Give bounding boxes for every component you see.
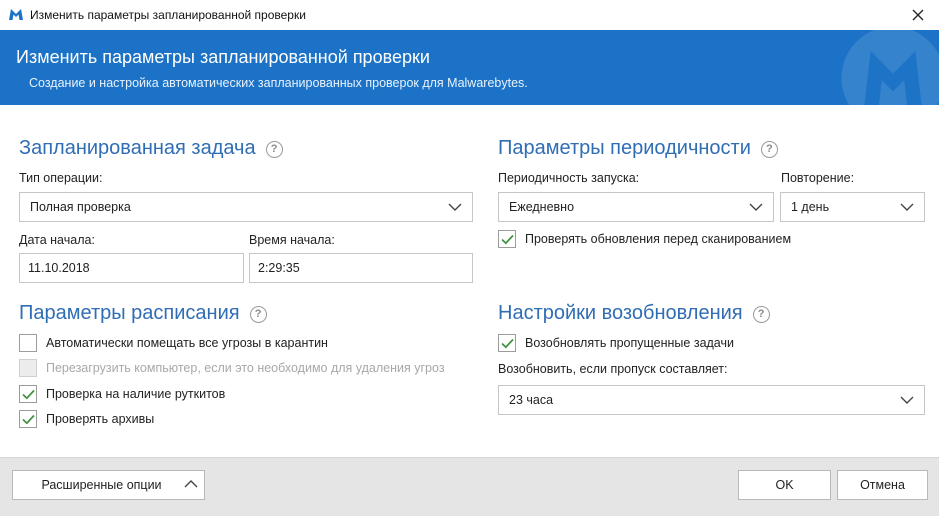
archives-checkbox-label: Проверять архивы — [46, 412, 155, 426]
window-titlebar: Изменить параметры запланированной прове… — [0, 0, 939, 30]
checkmark-icon — [500, 234, 514, 244]
chevron-up-icon — [184, 480, 198, 488]
scheduled-task-heading-text: Запланированная задача — [19, 137, 256, 159]
advanced-options-label: Расширенные опции — [41, 478, 162, 492]
help-icon[interactable]: ? — [752, 305, 770, 323]
close-button[interactable] — [897, 0, 939, 30]
reboot-checkbox — [19, 359, 37, 377]
help-icon[interactable]: ? — [265, 140, 283, 158]
repeat-label: Повторение: — [781, 171, 855, 185]
resume-missed-checkbox-row[interactable]: Возобновлять пропущенные задачи — [498, 334, 734, 352]
frequency-heading: Параметры периодичности? — [498, 137, 778, 160]
start-date-label: Дата начала: — [19, 233, 95, 247]
dialog-footer: Расширенные опции OK Отмена — [0, 457, 939, 516]
checkmark-icon — [21, 414, 35, 424]
chevron-down-icon — [900, 396, 914, 404]
archives-checkbox-row[interactable]: Проверять архивы — [19, 410, 154, 428]
schedule-params-heading: Параметры расписания? — [19, 302, 267, 325]
check-updates-checkbox[interactable] — [498, 230, 516, 248]
repeat-value: 1 день — [791, 200, 830, 214]
start-date-value: 11.10.2018 — [28, 261, 90, 275]
run-frequency-value: Ежедневно — [509, 200, 575, 214]
quarantine-checkbox-row[interactable]: Автоматически помещать все угрозы в кара… — [19, 334, 328, 352]
chevron-down-icon — [749, 203, 763, 211]
start-date-input[interactable]: 11.10.2018 — [19, 253, 244, 283]
checkmark-icon — [500, 338, 514, 348]
close-icon — [912, 9, 924, 21]
window-title: Изменить параметры запланированной прове… — [30, 8, 306, 22]
resume-missed-label: Возобновлять пропущенные задачи — [525, 336, 734, 350]
malwarebytes-watermark-icon — [841, 30, 939, 105]
advanced-options-button[interactable]: Расширенные опции — [12, 470, 205, 500]
operation-type-label: Тип операции: — [19, 171, 103, 185]
malwarebytes-logo-icon — [9, 9, 23, 20]
help-icon[interactable]: ? — [760, 140, 778, 158]
operation-type-select[interactable]: Полная проверка — [19, 192, 473, 222]
quarantine-checkbox-label: Автоматически помещать все угрозы в кара… — [46, 336, 328, 350]
resume-if-label: Возобновить, если пропуск составляет: — [498, 362, 728, 376]
scheduled-task-heading: Запланированная задача? — [19, 137, 283, 160]
reboot-checkbox-row: Перезагрузить компьютер, если это необхо… — [19, 359, 477, 377]
header-banner: Изменить параметры запланированной прове… — [0, 30, 939, 105]
operation-type-value: Полная проверка — [30, 200, 131, 214]
resume-if-select[interactable]: 23 часа — [498, 385, 925, 415]
schedule-params-heading-text: Параметры расписания — [19, 302, 240, 324]
cancel-button[interactable]: Отмена — [837, 470, 928, 500]
chevron-down-icon — [900, 203, 914, 211]
frequency-heading-text: Параметры периодичности — [498, 137, 751, 159]
banner-subtitle: Создание и настройка автоматических запл… — [29, 76, 528, 90]
check-updates-label: Проверять обновления перед сканированием — [525, 232, 792, 246]
rootkit-checkbox-row[interactable]: Проверка на наличие руткитов — [19, 385, 225, 403]
resume-heading: Настройки возобновления? — [498, 302, 770, 325]
reboot-checkbox-label: Перезагрузить компьютер, если это необхо… — [46, 361, 445, 375]
start-time-label: Время начала: — [249, 233, 335, 247]
run-frequency-label: Периодичность запуска: — [498, 171, 640, 185]
rootkit-checkbox-label: Проверка на наличие руткитов — [46, 387, 226, 401]
run-frequency-select[interactable]: Ежедневно — [498, 192, 774, 222]
ok-button-label: OK — [775, 478, 794, 492]
banner-title: Изменить параметры запланированной прове… — [16, 47, 430, 67]
archives-checkbox[interactable] — [19, 410, 37, 428]
resume-heading-text: Настройки возобновления — [498, 302, 743, 324]
resume-if-value: 23 часа — [509, 393, 554, 407]
repeat-select[interactable]: 1 день — [780, 192, 925, 222]
help-icon[interactable]: ? — [249, 305, 267, 323]
cancel-button-label: Отмена — [860, 478, 905, 492]
rootkit-checkbox[interactable] — [19, 385, 37, 403]
ok-button[interactable]: OK — [738, 470, 831, 500]
resume-missed-checkbox[interactable] — [498, 334, 516, 352]
checkmark-icon — [21, 389, 35, 399]
chevron-down-icon — [448, 203, 462, 211]
start-time-input[interactable]: 2:29:35 — [249, 253, 473, 283]
quarantine-checkbox[interactable] — [19, 334, 37, 352]
start-time-value: 2:29:35 — [258, 261, 300, 275]
check-updates-checkbox-row[interactable]: Проверять обновления перед сканированием — [498, 230, 791, 248]
